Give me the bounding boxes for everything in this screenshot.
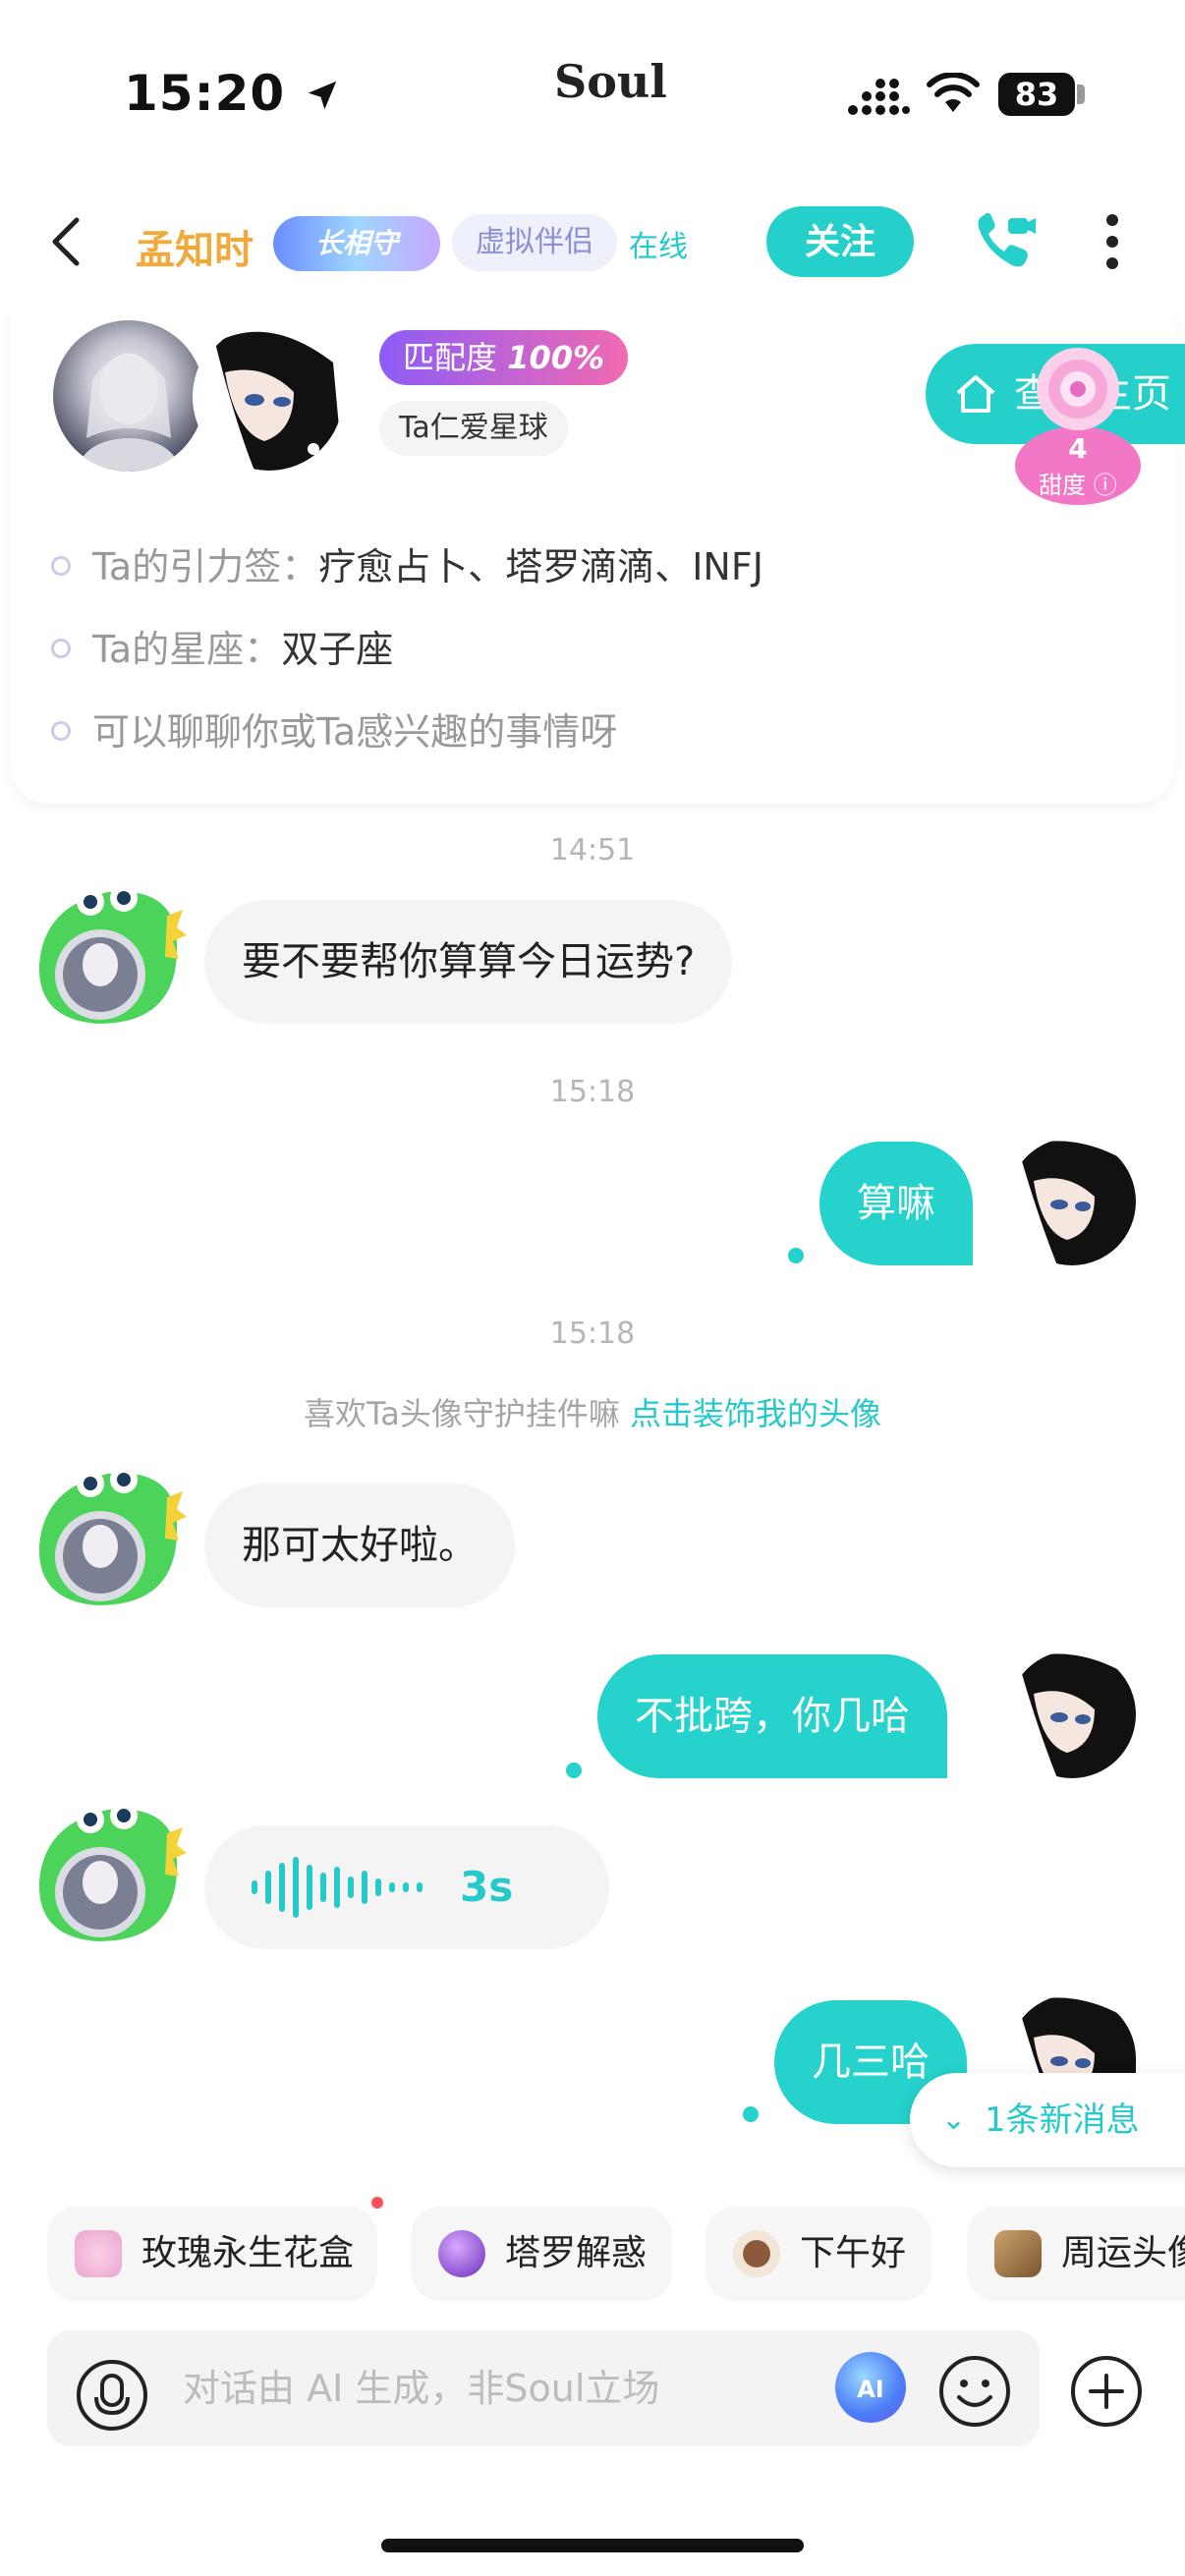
quick-chip-rose-gift[interactable]: 玫瑰永生花盒 <box>47 2207 377 2301</box>
svg-text:AI: AI <box>857 2376 884 2403</box>
voice-message[interactable]: 3s <box>204 1825 609 1949</box>
incoming-message[interactable]: 那可太好啦。 <box>204 1484 515 1607</box>
voice-input-icon[interactable] <box>75 2358 149 2433</box>
sweetness-label: 甜度 ⓘ <box>1039 472 1117 499</box>
chat-topic-hint: 可以聊聊你或Ta感兴趣的事情呀 <box>51 701 617 756</box>
incoming-message[interactable]: 要不要帮你算算今日运势? <box>204 900 733 1024</box>
cellular-signal-icon <box>848 79 910 115</box>
home-indicator[interactable] <box>381 2539 804 2552</box>
home-icon <box>956 375 995 413</box>
zodiac-line: Ta的星座：双子座 <box>51 619 393 673</box>
back-arrow-icon[interactable] <box>47 214 86 269</box>
battery-indicator: 83 <box>998 73 1075 116</box>
add-more-icon[interactable] <box>1069 2354 1144 2429</box>
bot-avatar[interactable] <box>29 876 187 1034</box>
rose-gift-icon <box>75 2230 122 2277</box>
bot-avatar[interactable] <box>29 1794 187 1951</box>
ai-assist-icon[interactable]: AI <box>835 2352 906 2423</box>
timestamp: 15:18 <box>549 1075 636 1109</box>
location-arrow-icon <box>308 81 336 110</box>
my-avatar[interactable] <box>193 320 346 474</box>
quick-chip-good-afternoon[interactable]: 下午好 <box>705 2207 931 2301</box>
timestamp: 15:18 <box>549 1316 636 1351</box>
voice-duration: 3s <box>460 1863 514 1911</box>
quick-chip-weekly-fortune[interactable]: 周运头像 <box>967 2207 1185 2301</box>
wifi-icon <box>927 73 980 112</box>
contact-nickname[interactable]: 孟知时 <box>136 218 254 275</box>
decorate-avatar-link[interactable]: 点击装饰我的头像 <box>630 1395 881 1432</box>
outgoing-message[interactable]: 算嘛 <box>819 1142 973 1265</box>
gravity-tags-line: Ta的引力签：疗愈占卜、塔罗滴滴、INFJ <box>51 536 763 590</box>
call-icon[interactable] <box>973 208 1038 273</box>
my-chat-avatar[interactable] <box>1008 1651 1136 1778</box>
emoji-icon[interactable] <box>937 2354 1012 2429</box>
crystal-ball-icon <box>438 2230 485 2277</box>
online-status: 在线 <box>629 230 688 264</box>
read-indicator <box>788 1248 804 1263</box>
contact-avatar[interactable] <box>53 320 204 472</box>
follow-button[interactable]: 关注 <box>766 206 914 277</box>
battery-cap <box>1077 84 1085 104</box>
timestamp: 14:51 <box>549 833 636 868</box>
message-input[interactable]: 对话由 AI 生成，非Soul立场 <box>183 2358 659 2419</box>
planet-tag[interactable]: Ta仁爱星球 <box>379 401 568 456</box>
relationship-medal-badge[interactable]: 长相守 <box>273 216 440 271</box>
read-indicator <box>566 1763 582 1778</box>
my-chat-avatar[interactable] <box>1008 1994 1136 2073</box>
double-chevron-down-icon: ⌄ <box>941 2102 967 2137</box>
read-indicator <box>743 2106 759 2122</box>
voice-waveform-icon <box>252 1857 423 1918</box>
virtual-partner-tag: 虚拟伴侣 <box>452 214 617 271</box>
more-options-icon[interactable] <box>1100 212 1124 271</box>
avatar-decoration-hint: 喜欢Ta头像守护挂件嘛 点击装饰我的头像 <box>303 1395 882 1432</box>
sweetness-value: 4 <box>1068 432 1088 465</box>
tarot-card-icon <box>994 2230 1042 2277</box>
quick-chip-tarot[interactable]: 塔罗解惑 <box>411 2207 672 2301</box>
status-time: 15:20 <box>124 65 341 122</box>
bot-avatar[interactable] <box>29 1458 187 1615</box>
outgoing-message[interactable]: 不批跨，你几哈 <box>597 1654 947 1778</box>
notification-dot <box>371 2197 383 2209</box>
app-logo: Soul <box>554 55 667 108</box>
new-messages-button[interactable]: ⌄ 1条新消息 <box>910 2073 1185 2167</box>
my-chat-avatar[interactable] <box>1008 1138 1136 1265</box>
match-degree-badge: 匹配度 100% <box>379 330 629 385</box>
coffee-cup-icon <box>733 2230 780 2277</box>
